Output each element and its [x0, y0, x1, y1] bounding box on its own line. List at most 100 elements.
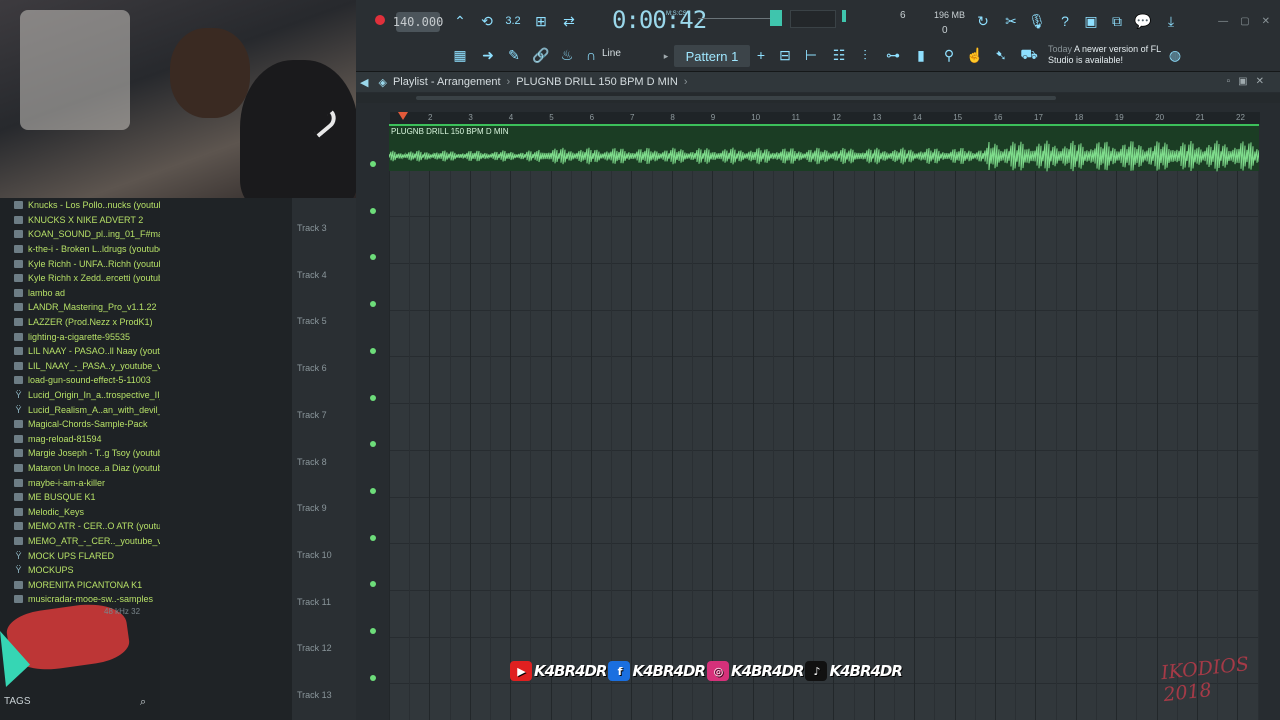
arrangement-arrow-icon[interactable]: ›: [684, 76, 688, 88]
browser-item[interactable]: MEMO_ATR_-_CER.._youtube_vocal: [0, 534, 160, 549]
snap-mode-select[interactable]: Line: [602, 48, 621, 59]
track-lane[interactable]: [389, 451, 1259, 498]
track-mute-led[interactable]: [370, 628, 376, 634]
step-display[interactable]: 3.2: [504, 12, 522, 30]
browser-item[interactable]: Ÿ MOCK UPS FLARED: [0, 548, 160, 563]
track-lane[interactable]: [389, 311, 1259, 358]
browser-item[interactable]: lighting-a-cigarette-95535: [0, 329, 160, 344]
browser-item[interactable]: Knucks - Los Pollo..nucks (youtube): [0, 198, 160, 213]
audio-clip[interactable]: PLUGNB DRILL 150 BPM D MIN: [389, 124, 1259, 172]
track-name[interactable]: Track 8: [297, 457, 327, 467]
browser-item[interactable]: Magical-Chords-Sample-Pack: [0, 417, 160, 432]
track-lane[interactable]: [389, 498, 1259, 545]
refresh-icon[interactable]: ↻: [974, 12, 992, 30]
playlist-menu-icon[interactable]: ◀: [360, 76, 368, 89]
browser-item[interactable]: Ÿ Lucid_Realism_A..an_with_devil_1: [0, 402, 160, 417]
add-pattern-icon[interactable]: +: [754, 46, 768, 64]
track-name[interactable]: Track 9: [297, 503, 327, 513]
browser-item[interactable]: maybe-i-am-a-killer: [0, 475, 160, 490]
track-mute-led[interactable]: [370, 207, 376, 214]
close-icon[interactable]: ✕: [1262, 16, 1270, 27]
globe-icon[interactable]: ◍: [1166, 46, 1184, 64]
track-name[interactable]: Track 13: [297, 690, 332, 700]
track-lane[interactable]: [389, 264, 1259, 311]
track-mute-led[interactable]: [370, 301, 376, 308]
channel-rack-icon[interactable]: ⊢: [802, 46, 820, 64]
minimize-icon[interactable]: —: [1218, 16, 1228, 27]
track-name[interactable]: Track 4: [297, 270, 327, 280]
track-lane[interactable]: [389, 217, 1259, 265]
track-mute-led[interactable]: [370, 674, 376, 681]
tools-icon[interactable]: ➷: [992, 46, 1010, 64]
metronome-icon[interactable]: ⌃: [452, 12, 468, 30]
pattern-prev-icon[interactable]: ▸: [660, 48, 672, 64]
news-panel[interactable]: Today A newer version of FL Studio is av…: [1048, 44, 1168, 66]
touch-icon[interactable]: ☝: [966, 46, 984, 64]
help-icon[interactable]: ?: [1056, 12, 1074, 30]
track-name[interactable]: Track 10: [297, 550, 332, 560]
stamp-icon[interactable]: ♨: [558, 46, 576, 64]
browser-item[interactable]: MEMO ATR - CER..O ATR (youtube): [0, 519, 160, 534]
track-mute-led[interactable]: [370, 534, 376, 541]
browser-item[interactable]: Kyle Richh - UNFA..Richh (youtube): [0, 256, 160, 271]
pattern-selector[interactable]: Pattern 1: [674, 45, 750, 67]
track-lane[interactable]: [389, 591, 1259, 638]
playlist-window-controls[interactable]: ▫▣✕: [1227, 76, 1272, 87]
track-mute-led[interactable]: [370, 254, 376, 261]
track-mute-led[interactable]: [370, 394, 376, 401]
maximize-icon[interactable]: ▢: [1240, 16, 1249, 27]
pencil-icon[interactable]: ✎: [506, 46, 522, 64]
master-volume-slider[interactable]: [770, 10, 782, 26]
arrangement-grid[interactable]: PLUGNB DRILL 150 BPM D MIN: [389, 124, 1259, 720]
browser-item[interactable]: Kyle Richh x Zedd..ercetti (youtube): [0, 271, 160, 286]
track-lane[interactable]: [389, 171, 1259, 218]
track-name[interactable]: Track 5: [297, 316, 327, 326]
render-icon[interactable]: ⧉: [1108, 12, 1126, 30]
magnet-icon[interactable]: ∩: [584, 46, 598, 64]
scroll-thumb[interactable]: [416, 96, 1056, 100]
browser-item[interactable]: Mataron Un Inoce..a Diaz (youtube): [0, 461, 160, 476]
playlist-titlebar[interactable]: ◀ ◈ Playlist - Arrangement › PLUGNB DRIL…: [356, 72, 1280, 92]
song-time-display[interactable]: 0:00:42: [612, 6, 707, 34]
record-button[interactable]: [375, 15, 385, 25]
track-lane[interactable]: [389, 404, 1259, 451]
track-mute-led[interactable]: [370, 441, 376, 448]
track-name[interactable]: Track 7: [297, 410, 327, 420]
track-name[interactable]: Track 6: [297, 363, 327, 373]
arrow-icon[interactable]: ➜: [480, 46, 496, 64]
download-icon[interactable]: ⤓: [1162, 12, 1180, 30]
chat-icon[interactable]: 💬: [1134, 12, 1152, 30]
loop-record-icon[interactable]: ⇄: [560, 12, 578, 30]
wait-input-icon[interactable]: ⟲: [478, 12, 496, 30]
timeline-ruler[interactable]: 2 3 4 5 6 7 8 9 10 11 12 13 14 15 16 17 18 19 20 21 22: [390, 112, 1260, 124]
save-icon[interactable]: ▣: [1082, 12, 1100, 30]
browser-item[interactable]: Melodic_Keys: [0, 504, 160, 519]
track-mute-led[interactable]: [370, 581, 376, 588]
track-lane[interactable]: [389, 358, 1259, 405]
track-lane[interactable]: [389, 684, 1259, 720]
browser-item[interactable]: ME BUSQUE K1: [0, 490, 160, 505]
track-lane[interactable]: [389, 544, 1259, 591]
browser-item[interactable]: load-gun-sound-effect-5-11003: [0, 373, 160, 388]
microphone-icon[interactable]: 🎙: [1028, 12, 1046, 30]
browser-tree-icon[interactable]: ⊶: [884, 46, 902, 64]
browser-item[interactable]: lambo ad: [0, 286, 160, 301]
browser-item[interactable]: Margie Joseph - T..g Tsoy (youtube): [0, 446, 160, 461]
tags-label[interactable]: TAGS: [4, 696, 30, 707]
cut-icon[interactable]: ✂: [1002, 12, 1020, 30]
browser-item[interactable]: LIL NAAY - PASAO..ll Naay (youtube): [0, 344, 160, 359]
browser-item[interactable]: LANDR_Mastering_Pro_v1.1.22: [0, 300, 160, 315]
browser-item[interactable]: MORENITA PICANTONA K1: [0, 577, 160, 592]
blend-icon[interactable]: ⊞: [532, 12, 550, 30]
browser-item[interactable]: Ÿ Lucid_Origin_In_a..trospective_II_0: [0, 388, 160, 403]
track-mute-led[interactable]: [370, 161, 376, 167]
cart-icon[interactable]: ⛟: [1020, 46, 1038, 64]
playhead-marker[interactable]: [398, 112, 408, 120]
arrangement-name[interactable]: PLUGNB DRILL 150 BPM D MIN: [516, 76, 678, 88]
step-sequencer-icon[interactable]: ☷: [830, 46, 848, 64]
plugin-icon[interactable]: ⚲: [940, 46, 958, 64]
track-name[interactable]: Track 11: [297, 597, 331, 607]
piano-roll-icon[interactable]: ▦: [450, 46, 470, 64]
playlist-options-icon[interactable]: ◈: [378, 76, 386, 89]
playlist-icon[interactable]: ⊟: [776, 46, 794, 64]
